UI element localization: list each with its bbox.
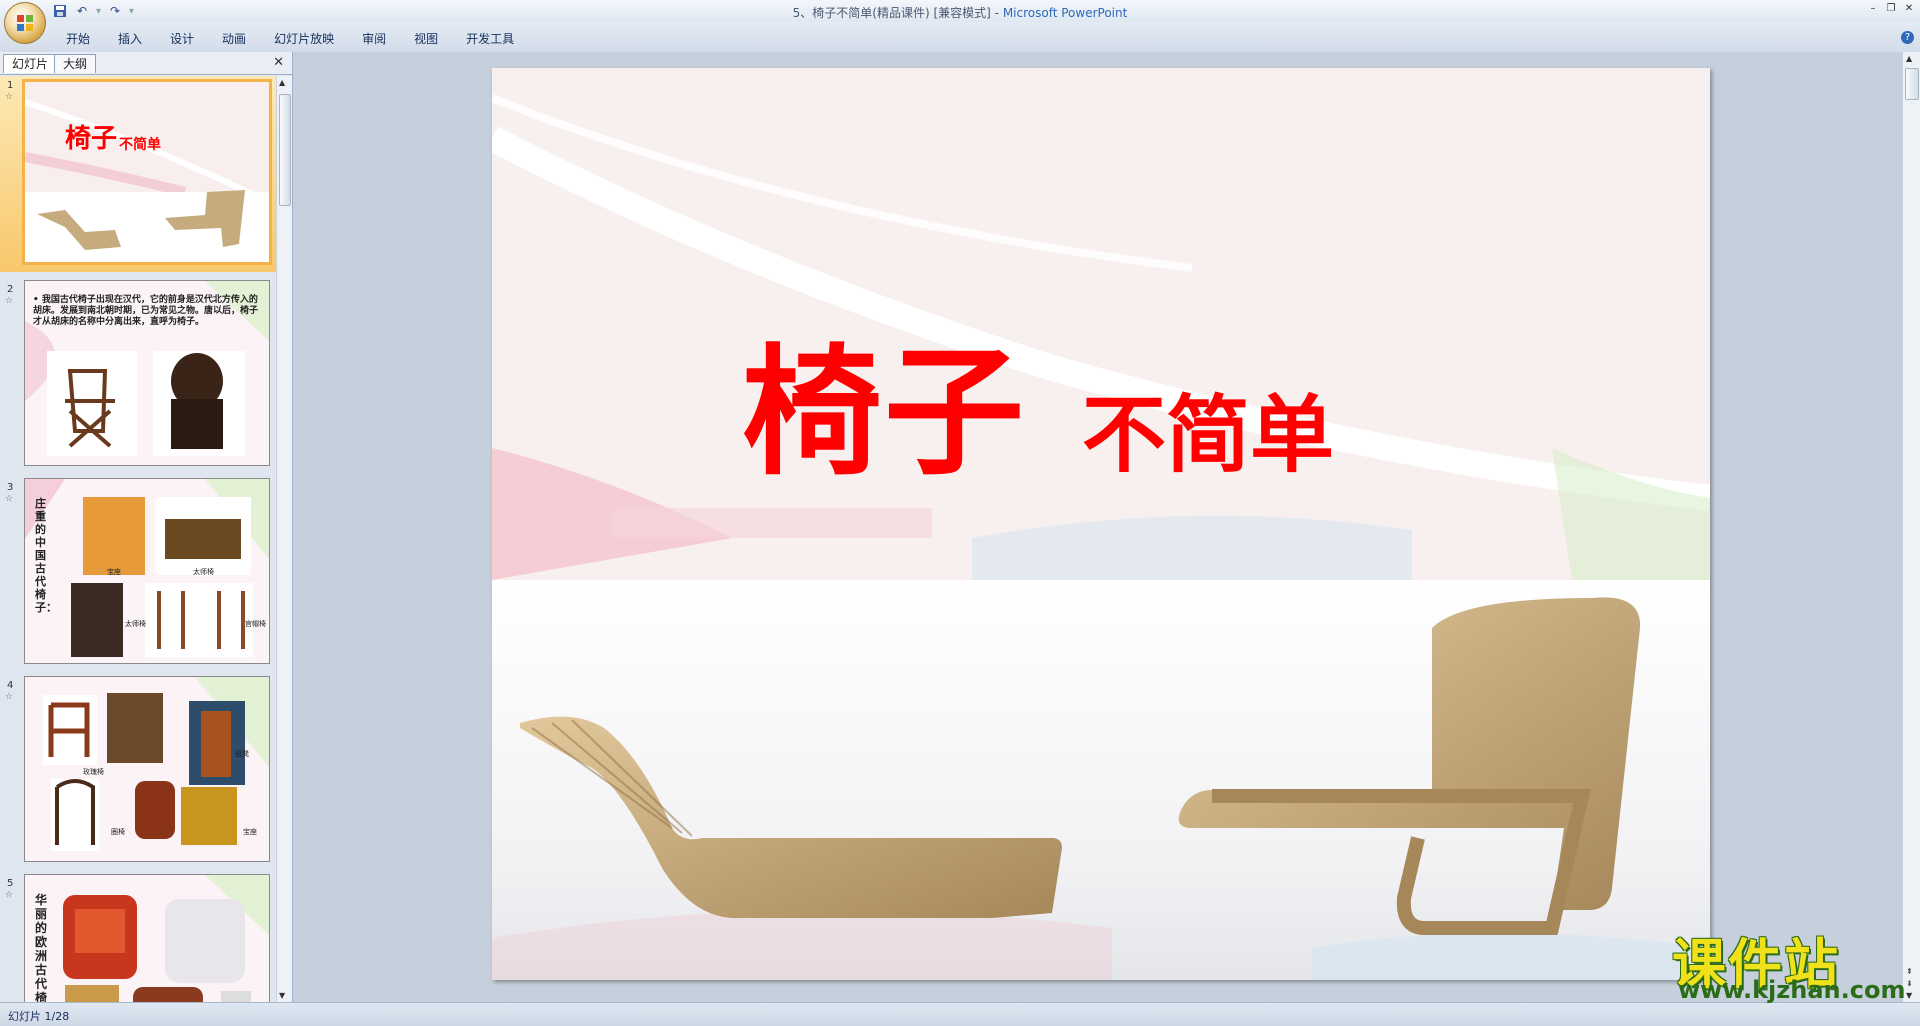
scroll-down-icon[interactable]: ▼ <box>279 991 285 1000</box>
status-bar: 幻灯片 1/28 <box>0 1002 1920 1026</box>
ribbon-tabs: 开始 插入 设计 动画 幻灯片放映 审阅 视图 开发工具 <box>52 28 528 49</box>
office-button[interactable] <box>4 2 46 44</box>
slide-thumbnail-frame: 椅子 不简单 <box>22 79 272 265</box>
slide-thumbnail-frame: 华丽的欧洲古代椅子 <box>24 874 270 1002</box>
next-slide-icon[interactable]: ⇟ <box>1906 979 1913 988</box>
window-controls: – ❐ ✕ <box>1866 2 1916 16</box>
tab-slides[interactable]: 幻灯片 <box>3 54 58 73</box>
slide-counter: 幻灯片 1/28 <box>8 1010 70 1023</box>
thumbnail-background <box>25 875 269 1002</box>
help-icon[interactable]: ? <box>1901 31 1914 44</box>
thumbnail-background <box>25 479 269 663</box>
watermark-logo: 课件站 www.kjzhan.com <box>1668 920 1906 1006</box>
slide-thumbnail-frame: 玫瑰椅 圈椅 鼓凳 宝座 <box>24 676 270 862</box>
slide-thumbnail-4[interactable]: 4 ☆ 玫瑰椅 圈椅 鼓凳 宝座 <box>0 676 276 866</box>
slide-thumbnail-2[interactable]: 2 ☆ • 我国古代椅子出现在汉代，它的前身是汉代北方传入的胡床。发展到南北朝时… <box>0 280 276 470</box>
thumb-caption: 玫瑰椅 <box>83 768 104 776</box>
scroll-up-icon[interactable]: ▲ <box>1906 54 1912 63</box>
thumb-side-text: 庄重的中国古代椅子： <box>35 497 57 614</box>
slide-thumbnail-frame: 庄重的中国古代椅子： 宝座 太师椅 太师椅 官帽椅 <box>24 478 270 664</box>
slide-thumbnail-3[interactable]: 3 ☆ 庄重的中国古代椅子： 宝座 太师椅 太师椅 官帽椅 <box>0 478 276 668</box>
thumbnail-background <box>25 677 269 861</box>
slide-number: 4 <box>7 680 14 691</box>
slide-thumbnail-1[interactable]: 1 ☆ 椅子 不简单 <box>0 76 276 272</box>
slide-subtitle[interactable]: 不简单 <box>1082 368 1334 489</box>
slide-number: 1 <box>7 80 14 91</box>
slide-thumbnail-5[interactable]: 5 ☆ 华丽的欧洲古代椅子 <box>0 874 276 1002</box>
tab-outline[interactable]: 大纲 <box>54 54 97 73</box>
scroll-up-icon[interactable]: ▲ <box>279 78 285 87</box>
minimize-icon[interactable]: – <box>1866 2 1880 16</box>
slide-title[interactable]: 椅子 <box>742 300 1026 502</box>
thumbnail-scrollbar[interactable]: ▲ ▼ <box>276 76 292 1002</box>
animation-star-icon: ☆ <box>5 494 14 504</box>
slides-pane: 幻灯片 大纲 ✕ 1 ☆ 椅子 不简单 2 ☆ • 我国古代椅子出现在汉代，它的… <box>0 52 293 1002</box>
app-name: Microsoft PowerPoint <box>1002 6 1128 20</box>
tab-design[interactable]: 设计 <box>156 28 208 49</box>
animation-star-icon: ☆ <box>5 890 14 900</box>
close-icon[interactable]: ✕ <box>1902 2 1916 16</box>
thumb-title: 椅子 <box>65 124 118 154</box>
slide-thumbnails: 1 ☆ 椅子 不简单 2 ☆ • 我国古代椅子出现在汉代，它的前身是汉代北方传入… <box>0 76 276 1002</box>
thumb-caption: 宝座 <box>243 828 257 836</box>
current-slide[interactable]: 椅子 不简单 <box>492 68 1710 980</box>
watermark-url: www.kjzhan.com <box>1678 976 1906 1004</box>
previous-slide-icon[interactable]: ⇞ <box>1906 967 1913 976</box>
title-bar: ↶ ▾ ↷ ▾ 5、椅子不简单(精品课件) [兼容模式] - Microsoft… <box>0 0 1920 22</box>
thumb-caption: 宝座 <box>107 568 121 576</box>
animation-star-icon: ☆ <box>5 296 14 306</box>
tab-review[interactable]: 审阅 <box>348 28 400 49</box>
slide-background <box>492 68 1710 980</box>
thumb-caption: 官帽椅 <box>245 620 266 628</box>
scroll-down-icon[interactable]: ▼ <box>1906 991 1912 1000</box>
slide-number: 3 <box>7 482 14 493</box>
thumb-caption: 太师椅 <box>193 568 214 576</box>
tab-home[interactable]: 开始 <box>52 28 104 49</box>
animation-star-icon: ☆ <box>5 692 14 702</box>
thumb-body-text: • 我国古代椅子出现在汉代，它的前身是汉代北方传入的胡床。发展到南北朝时期，已为… <box>33 295 259 327</box>
scrollbar-thumb[interactable] <box>279 94 291 206</box>
thumb-caption: 太师椅 <box>125 620 146 628</box>
window-title: 5、椅子不简单(精品课件) [兼容模式] - Microsoft PowerPo… <box>0 4 1920 21</box>
pane-close-icon[interactable]: ✕ <box>273 55 284 70</box>
tab-view[interactable]: 视图 <box>400 28 452 49</box>
slide-number: 2 <box>7 284 14 295</box>
slide-number: 5 <box>7 878 14 889</box>
thumb-caption: 圈椅 <box>111 828 125 836</box>
slide-scrollbar[interactable]: ▲ ⇞ ⇟ ▼ <box>1902 52 1920 1002</box>
tab-insert[interactable]: 插入 <box>104 28 156 49</box>
tab-developer[interactable]: 开发工具 <box>452 28 528 49</box>
tab-slideshow[interactable]: 幻灯片放映 <box>260 28 348 49</box>
thumbnail-background <box>25 82 269 262</box>
thumb-caption: 鼓凳 <box>235 750 249 758</box>
thumb-side-text: 华丽的欧洲古代椅子 <box>35 893 48 1002</box>
title-separator: - <box>990 6 1003 20</box>
animation-star-icon: ☆ <box>5 92 14 102</box>
scrollbar-thumb[interactable] <box>1905 68 1919 100</box>
tab-animations[interactable]: 动画 <box>208 28 260 49</box>
thumb-subtitle: 不简单 <box>119 137 161 153</box>
slide-thumbnail-frame: • 我国古代椅子出现在汉代，它的前身是汉代北方传入的胡床。发展到南北朝时期，已为… <box>24 280 270 466</box>
restore-icon[interactable]: ❐ <box>1884 2 1898 16</box>
ribbon: 开始 插入 设计 动画 幻灯片放映 审阅 视图 开发工具 ? <box>0 22 1920 53</box>
pane-tabs: 幻灯片 大纲 ✕ <box>0 52 292 75</box>
document-title: 5、椅子不简单(精品课件) [兼容模式] <box>792 6 991 20</box>
office-logo-icon <box>17 15 33 31</box>
